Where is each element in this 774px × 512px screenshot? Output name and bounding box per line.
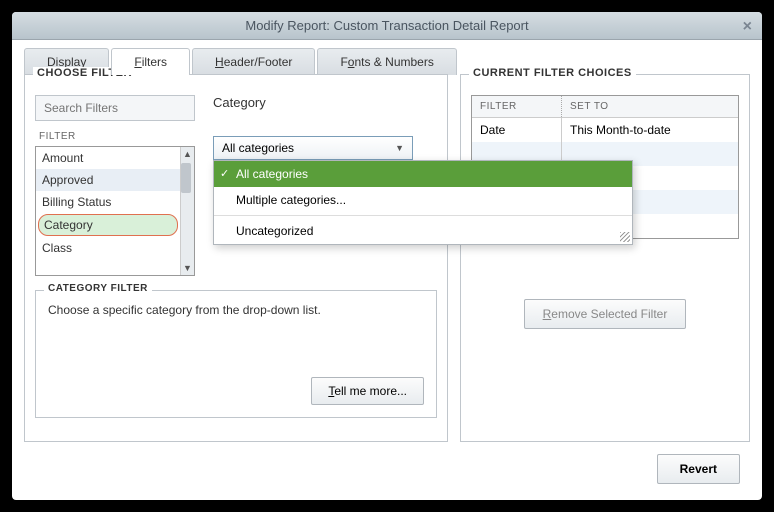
filter-item-amount[interactable]: Amount [36,147,180,169]
revert-button[interactable]: Revert [657,454,740,484]
dropdown-menu: All categories Multiple categories... Un… [213,160,633,245]
filter-item-billing-status[interactable]: Billing Status [36,191,180,213]
category-filter-title: CATEGORY FILTER [44,283,152,294]
search-filters-input[interactable] [35,95,195,121]
titlebar: Modify Report: Custom Transaction Detail… [12,12,762,40]
filter-item-category[interactable]: Category [38,214,178,236]
filter-item-class[interactable]: Class [36,237,180,259]
dd-item-uncategorized[interactable]: Uncategorized [214,218,632,244]
dialog-footer: Revert [12,454,762,500]
remove-selected-filter-button[interactable]: Remove Selected Filter [524,299,687,329]
tab-bar: Display Filters Header/Footer Fonts & Nu… [12,40,762,75]
tab-fonts-numbers[interactable]: Fonts & Numbers [317,48,456,75]
window-title: Modify Report: Custom Transaction Detail… [245,18,528,33]
category-filter-text: Choose a specific category from the drop… [48,303,424,317]
table-row[interactable]: Date This Month-to-date [472,118,738,142]
tab-header-footer[interactable]: Header/Footer [192,48,315,75]
current-filter-choices-panel: CURRENT FILTER CHOICES FILTER SET TO Dat… [460,74,750,442]
filter-item-approved[interactable]: Approved [36,169,180,191]
scroll-thumb[interactable] [181,163,191,193]
choice-setto: This Month-to-date [562,118,738,142]
modify-report-dialog: Modify Report: Custom Transaction Detail… [12,12,762,500]
choices-header-setto: SET TO [562,96,738,117]
resize-handle-icon[interactable] [620,232,630,242]
tab-filters[interactable]: Filters [111,48,190,75]
choose-filter-panel: CHOOSE FILTER FILTER Amount Approved Bil… [24,74,448,442]
category-dropdown-button[interactable]: All categories ▼ [213,136,413,160]
filter-column-header: FILTER [35,131,195,142]
dd-item-all-categories[interactable]: All categories [214,161,632,187]
category-label: Category [213,95,437,110]
choice-filter: Date [472,118,562,142]
close-icon[interactable]: × [743,18,752,36]
tell-me-more-button[interactable]: Tell me more... [311,377,424,405]
choices-header-filter: FILTER [472,96,562,117]
scroll-up-icon[interactable]: ▲ [181,147,194,161]
filter-scrollbar[interactable]: ▲ ▼ [180,147,194,275]
dropdown-value: All categories [222,141,294,155]
scroll-down-icon[interactable]: ▼ [181,261,194,275]
filter-list: Amount Approved Billing Status Category … [35,146,195,276]
chevron-down-icon: ▼ [395,143,404,153]
dd-item-multiple-categories[interactable]: Multiple categories... [214,187,632,213]
category-dropdown: All categories ▼ All categories Multiple… [213,136,437,160]
category-filter-box: CATEGORY FILTER Choose a specific catego… [35,290,437,418]
current-choices-label: CURRENT FILTER CHOICES [469,67,636,79]
